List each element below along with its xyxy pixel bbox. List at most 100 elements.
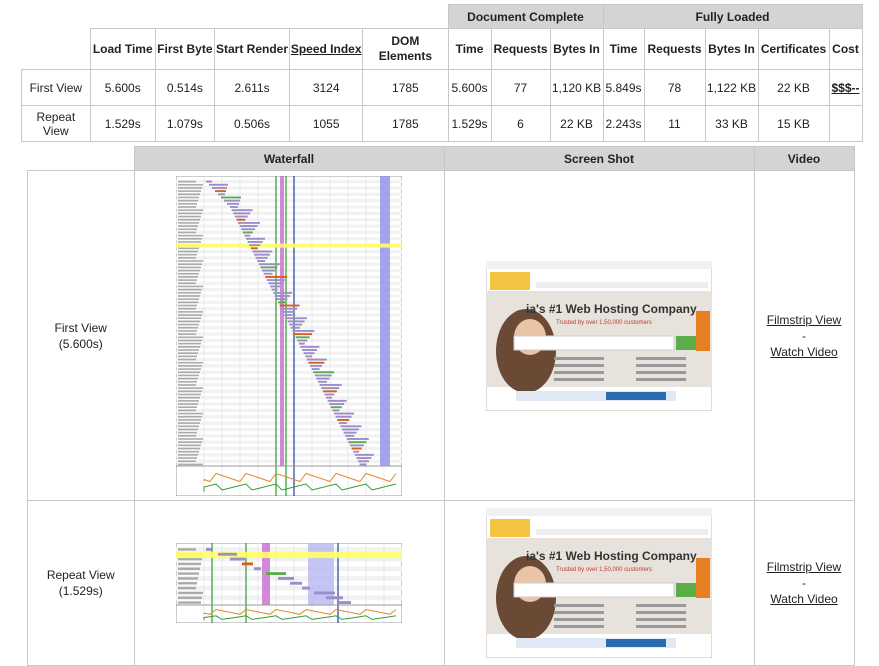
waterfall-row-label: [178, 215, 201, 217]
cost-link[interactable]: $$$--: [828, 69, 863, 106]
hero-headline: ia's #1 Web Hosting Company: [526, 549, 697, 563]
watch-video-link[interactable]: Watch Video: [770, 592, 837, 606]
waterfall-row-bg: [176, 223, 402, 228]
request-bar: [290, 326, 300, 329]
promo-button: [606, 391, 666, 400]
filmstrip-view-link[interactable]: Filmstrip View: [767, 560, 841, 574]
request-bar: [215, 189, 226, 192]
waterfall-row-label: [178, 202, 197, 205]
request-bar: [212, 186, 227, 189]
request-bar: [354, 453, 374, 456]
waterfall-row-label: [178, 320, 200, 322]
certificates-value: 22 KB: [757, 69, 830, 106]
screenshot-cell-repeat[interactable]: ia's #1 Web Hosting Company Trusted by ov…: [443, 500, 755, 666]
request-bar: [230, 205, 238, 208]
waterfall-row-label: [178, 259, 203, 262]
watch-video-link[interactable]: Watch Video: [770, 345, 837, 359]
waterfall-row-label: [178, 285, 203, 287]
waterfall-row-label: [178, 316, 201, 319]
waterfall-row-bg: [176, 332, 402, 336]
waterfall-row-label: [178, 572, 199, 575]
waterfall-row-label: [178, 437, 203, 440]
request-bar: [343, 431, 357, 434]
request-bar: [308, 361, 325, 364]
waterfall-row-label: [178, 402, 198, 405]
request-bar: [302, 348, 317, 351]
feature-item: [636, 625, 686, 628]
request-bar: [282, 310, 295, 313]
screenshot-cell-first[interactable]: ia's #1 Web Hosting Company Trusted by ov…: [443, 170, 755, 501]
request-bar: [345, 434, 355, 437]
waterfall-row-label: [178, 377, 198, 379]
waterfall-row-label: [178, 582, 197, 585]
waterfall-row-bg: [176, 446, 402, 450]
request-bar: [260, 265, 278, 268]
waterfall-row-bg: [176, 204, 402, 209]
fl-bytes-value: 1,122 KB: [704, 69, 759, 106]
request-bar: [246, 237, 265, 240]
row-label: Repeat View: [46, 568, 115, 582]
waterfall-thumbnail-first[interactable]: [133, 170, 445, 501]
waterfall-row-label: [178, 421, 200, 424]
waterfall-chart-repeat[interactable]: [176, 543, 402, 623]
waterfall-row-label: [178, 224, 198, 227]
request-bar: [316, 377, 330, 380]
promo-button: [606, 639, 666, 647]
waterfall-row-label: [178, 253, 197, 255]
feature-item: [636, 370, 686, 374]
cost-value: [828, 105, 863, 142]
header-dc-time: Time: [447, 28, 492, 70]
waterfall-row-label: [178, 272, 199, 275]
request-bar: [286, 316, 307, 319]
request-bar: [338, 601, 351, 605]
request-bar: [206, 547, 212, 551]
screenshot-thumbnail-repeat[interactable]: ia's #1 Web Hosting Company Trusted by ov…: [486, 508, 712, 658]
waterfall-row-label: [178, 348, 199, 351]
hero-headline: ia's #1 Web Hosting Company: [526, 302, 697, 316]
feature-item: [554, 604, 604, 607]
waterfall-row-bg: [176, 351, 402, 355]
request-bar: [262, 269, 275, 272]
request-bar: [218, 552, 237, 556]
request-bar: [241, 227, 256, 230]
filmstrip-view-link[interactable]: Filmstrip View: [767, 313, 841, 327]
waterfall-row-label: [178, 183, 203, 186]
request-bar: [314, 373, 332, 376]
feature-item: [636, 618, 686, 621]
waterfall-row-bg: [176, 300, 402, 304]
waterfall-row-label: [178, 231, 196, 233]
waterfall-row-label: [178, 250, 198, 252]
request-bar: [358, 459, 369, 462]
waterfall-row-label: [178, 393, 201, 395]
request-bar: [273, 291, 293, 294]
waterfall-row-bg: [176, 281, 402, 285]
waterfall-row-label: [178, 237, 202, 240]
feature-item: [554, 618, 604, 621]
header-speed-index[interactable]: Speed Index: [289, 28, 364, 70]
request-bar: [249, 243, 261, 246]
waterfall-row-bg: [176, 185, 402, 190]
dc-time-value: 1.529s: [447, 105, 492, 142]
waterfall-row-bg: [176, 192, 402, 196]
domain-search-input: [513, 582, 675, 598]
screenshot-thumbnail-first[interactable]: ia's #1 Web Hosting Company Trusted by ov…: [486, 260, 712, 411]
waterfall-row-bg: [176, 376, 402, 380]
table-row: First View (5.600s) ia's #1 Web Hosting …: [27, 170, 855, 501]
row-label: First View: [54, 320, 107, 335]
request-bar: [359, 462, 367, 465]
waterfall-thumbnail-repeat[interactable]: [133, 500, 445, 666]
waterfall-row-label: [178, 266, 201, 268]
waterfall-row-bg: [176, 198, 402, 202]
waterfall-chart-first[interactable]: [176, 175, 402, 496]
waterfall-row-label: [178, 339, 202, 341]
waterfall-row-label: [178, 364, 202, 367]
request-bar: [274, 294, 290, 297]
header-cost: Cost: [828, 28, 863, 70]
waterfall-row-bg: [176, 414, 402, 418]
waterfall-row-label: [178, 281, 196, 284]
waterfall-row-label: [178, 557, 202, 561]
dc-requests-value: 77: [490, 69, 551, 106]
request-bar: [242, 562, 253, 566]
request-bar: [234, 215, 248, 217]
request-bar: [297, 339, 308, 341]
